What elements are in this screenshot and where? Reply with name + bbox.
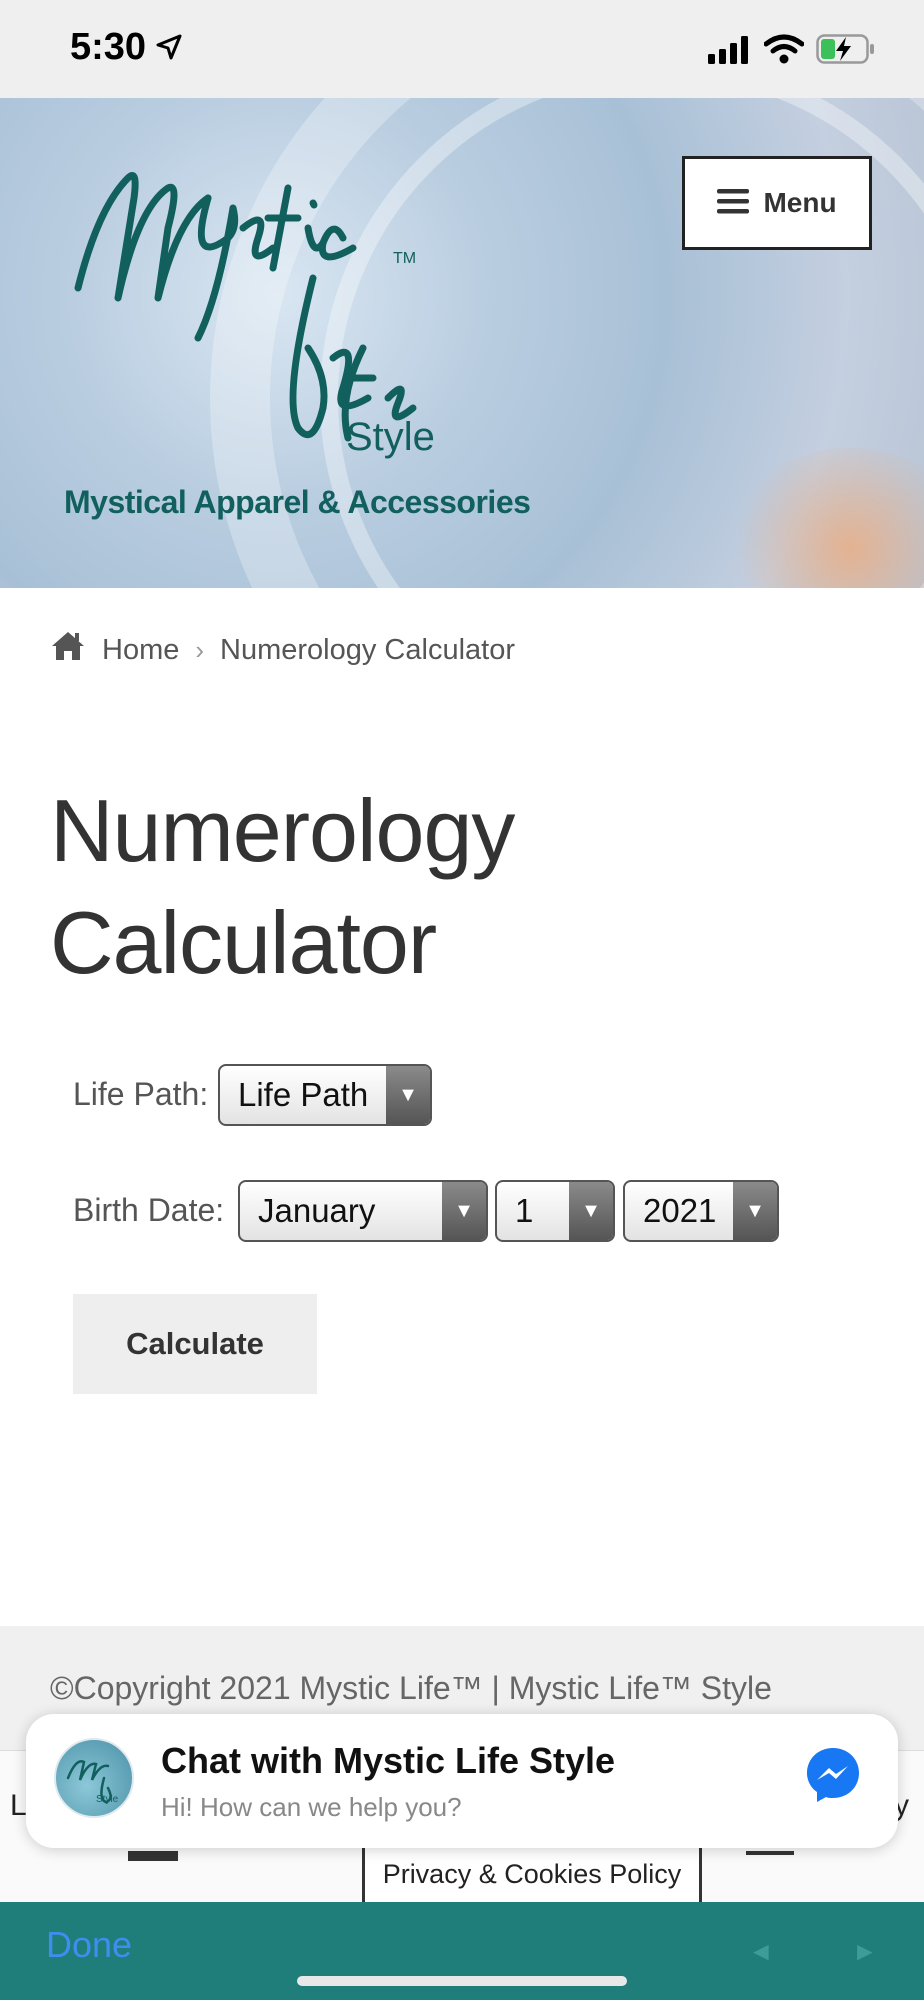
signal-icon bbox=[708, 36, 752, 69]
wifi-icon bbox=[763, 34, 805, 69]
month-select[interactable]: January ▼ bbox=[238, 1180, 488, 1242]
life-path-label: Life Path: bbox=[73, 1076, 209, 1112]
privacy-policy-link[interactable]: Privacy & Cookies Policy bbox=[362, 1845, 702, 1903]
menu-button[interactable]: Menu bbox=[682, 156, 872, 250]
done-button[interactable]: Done bbox=[46, 1924, 132, 1966]
cookie-button-edge bbox=[128, 1851, 178, 1861]
messenger-icon[interactable] bbox=[802, 1744, 864, 1811]
home-icon[interactable] bbox=[50, 630, 86, 670]
copyright-text: ©Copyright 2021 Mystic Life™ | Mystic Li… bbox=[50, 1670, 772, 1706]
dropdown-arrow-icon: ▼ bbox=[733, 1182, 777, 1240]
menu-label: Menu bbox=[763, 187, 837, 218]
breadcrumb-current: Numerology Calculator bbox=[220, 633, 515, 666]
status-time: 5:30 bbox=[70, 26, 147, 68]
browser-toolbar: Done ◄ ► bbox=[0, 1902, 924, 2000]
chat-avatar: Style bbox=[54, 1738, 134, 1818]
home-indicator[interactable] bbox=[297, 1976, 627, 1986]
year-select-value: 2021 bbox=[643, 1192, 717, 1229]
calculate-button[interactable]: Calculate bbox=[73, 1294, 317, 1394]
battery-charging-icon bbox=[816, 34, 876, 69]
site-header: TM Style Mystical Apparel & Accessories … bbox=[0, 98, 924, 588]
day-select-value: 1 bbox=[515, 1192, 534, 1229]
svg-text:Style: Style bbox=[96, 1794, 119, 1805]
svg-text:Style: Style bbox=[346, 415, 435, 459]
hamburger-icon bbox=[717, 188, 750, 219]
life-path-select-value: Life Path bbox=[238, 1076, 369, 1113]
breadcrumb-home-link[interactable]: Home bbox=[102, 634, 179, 667]
month-select-value: January bbox=[258, 1192, 376, 1229]
location-arrow-icon bbox=[156, 34, 182, 65]
dropdown-arrow-icon: ▼ bbox=[569, 1182, 613, 1240]
page-title: Numerology Calculator bbox=[50, 781, 515, 992]
svg-text:TM: TM bbox=[393, 250, 416, 267]
logo-tagline: Mystical Apparel & Accessories bbox=[64, 484, 531, 520]
chat-widget[interactable]: Style Chat with Mystic Life Style Hi! Ho… bbox=[26, 1714, 898, 1848]
cookie-button-edge bbox=[746, 1851, 794, 1855]
cookie-text-fragment-left: L bbox=[10, 1789, 27, 1822]
chat-title: Chat with Mystic Life Style bbox=[161, 1740, 616, 1781]
chevron-right-icon: › bbox=[195, 634, 205, 665]
status-bar: 5:30 bbox=[0, 0, 924, 98]
day-select[interactable]: 1 ▼ bbox=[495, 1180, 615, 1242]
dropdown-arrow-icon: ▼ bbox=[442, 1182, 486, 1240]
birth-date-label: Birth Date: bbox=[73, 1192, 225, 1228]
back-arrow-icon[interactable]: ◄ bbox=[748, 1936, 774, 1967]
breadcrumb: Home › Numerology Calculator bbox=[50, 628, 515, 672]
dropdown-arrow-icon: ▼ bbox=[386, 1066, 430, 1124]
life-path-select[interactable]: Life Path ▼ bbox=[218, 1064, 432, 1126]
year-select[interactable]: 2021 ▼ bbox=[623, 1180, 779, 1242]
site-logo[interactable]: TM Style bbox=[68, 148, 468, 468]
forward-arrow-icon[interactable]: ► bbox=[852, 1936, 878, 1967]
chat-subtitle: Hi! How can we help you? bbox=[161, 1792, 462, 1822]
